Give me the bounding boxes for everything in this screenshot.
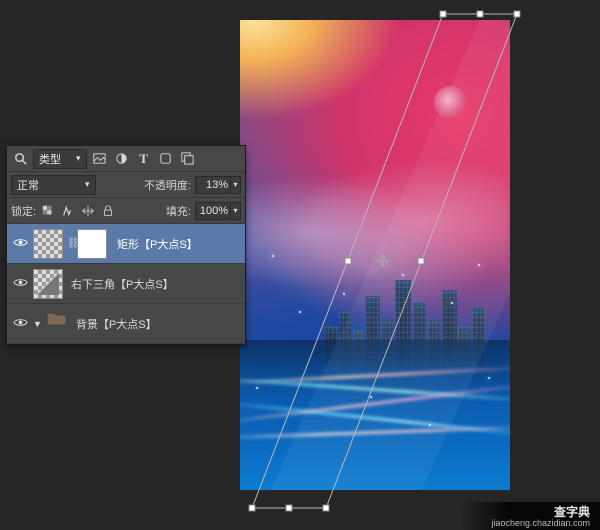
image-filter-icon[interactable]: [91, 150, 109, 168]
eye-icon: [13, 275, 28, 293]
smartobject-filter-icon[interactable]: [179, 150, 197, 168]
layers-filter-bar: 类型 ▾ T: [7, 146, 245, 172]
document-artwork: [240, 20, 510, 490]
layers-panel: 类型 ▾ T 正常 ▾ 不透明度: ▾ 锁定: 填充: ▾: [6, 145, 246, 345]
blend-mode-label: 正常: [17, 177, 39, 193]
layer-name[interactable]: 矩形【P大点S】: [113, 236, 245, 252]
watermark-url: jiaocheng.chazidian.com: [491, 519, 590, 529]
eye-icon: [13, 315, 28, 333]
layer-mask-thumbnail[interactable]: [77, 229, 107, 259]
type-filter-icon[interactable]: T: [135, 150, 153, 168]
visibility-toggle[interactable]: [7, 275, 33, 293]
folder-icon: [46, 309, 68, 339]
adjustment-filter-icon[interactable]: [113, 150, 131, 168]
blend-mode-select[interactable]: 正常 ▾: [11, 175, 96, 195]
layer-list: ⛓ 矩形【P大点S】 右下三角【P大点S】 ▼ 背景【P大点S】: [7, 224, 245, 344]
lock-fill-row: 锁定: 填充: ▾: [7, 198, 245, 224]
group-disclosure-icon[interactable]: ▼: [33, 319, 42, 329]
filter-kind-label: 类型: [39, 151, 61, 167]
lock-pixels-icon[interactable]: [60, 203, 76, 219]
shape-filter-icon[interactable]: [157, 150, 175, 168]
layer-name[interactable]: 背景【P大点S】: [72, 316, 245, 332]
filter-kind-select[interactable]: 类型 ▾: [33, 149, 87, 169]
search-icon: [11, 150, 29, 168]
layer-thumbnail[interactable]: [33, 269, 63, 299]
layer-thumbnail[interactable]: [33, 229, 63, 259]
fill-label: 填充:: [166, 203, 191, 219]
mask-link-icon[interactable]: ⛓: [67, 238, 77, 249]
visibility-toggle[interactable]: [7, 235, 33, 253]
blend-opacity-row: 正常 ▾ 不透明度: ▾: [7, 172, 245, 198]
eye-icon: [13, 235, 28, 253]
chevron-down-icon: ▾: [76, 153, 81, 164]
opacity-label: 不透明度:: [144, 177, 191, 193]
opacity-input[interactable]: ▾: [195, 176, 241, 194]
chevron-down-icon: ▾: [85, 179, 90, 190]
layer-row[interactable]: 右下三角【P大点S】: [7, 264, 245, 304]
lock-position-icon[interactable]: [80, 203, 96, 219]
layer-row[interactable]: ⛓ 矩形【P大点S】: [7, 224, 245, 264]
lock-label: 锁定:: [11, 203, 36, 219]
layer-row[interactable]: ▼ 背景【P大点S】: [7, 304, 245, 344]
fill-value[interactable]: [196, 205, 230, 217]
chevron-down-icon[interactable]: ▾: [230, 203, 240, 219]
watermark: 查字典 jiaocheng.chazidian.com: [461, 502, 600, 530]
opacity-value[interactable]: [196, 179, 230, 191]
visibility-toggle[interactable]: [7, 315, 33, 333]
fill-input[interactable]: ▾: [195, 202, 241, 220]
layer-name[interactable]: 右下三角【P大点S】: [67, 276, 245, 292]
chevron-down-icon[interactable]: ▾: [230, 177, 240, 193]
lock-transparency-icon[interactable]: [40, 203, 56, 219]
lock-all-icon[interactable]: [100, 203, 116, 219]
